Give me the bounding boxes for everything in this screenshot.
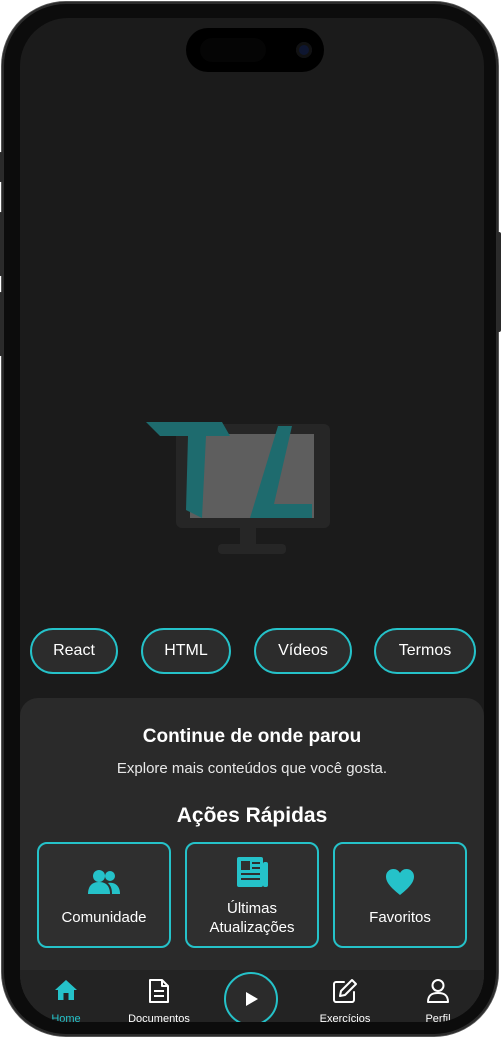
community-label: Comunidade: [61, 909, 147, 926]
play-button[interactable]: [224, 972, 278, 1022]
tab-perfil-label: Perfil: [425, 1013, 451, 1022]
tab-exercicios[interactable]: Exercícios: [305, 970, 385, 1022]
tab-documentos-label: Documentos: [128, 1013, 190, 1022]
heart-icon: [335, 868, 465, 896]
people-icon: [39, 868, 169, 896]
power-button: [497, 232, 501, 332]
camera-icon: [296, 42, 312, 58]
latest-updates-button[interactable]: Últimas Atualizações: [185, 842, 319, 948]
tag-videos[interactable]: Vídeos: [254, 628, 352, 674]
app-logo: [146, 422, 330, 554]
user-icon: [398, 978, 478, 1004]
mute-switch: [0, 152, 3, 182]
continue-title: Continue de onde parou: [142, 726, 362, 747]
quick-actions-title: Ações Rápidas: [176, 804, 328, 827]
app-screen: React HTML Vídeos Termos Continue de ond…: [20, 18, 484, 1022]
dynamic-island: [186, 28, 324, 72]
tag-react[interactable]: React: [30, 628, 118, 674]
tab-documentos[interactable]: Documentos: [119, 970, 199, 1022]
volume-up-button: [0, 212, 3, 276]
community-button[interactable]: Comunidade: [37, 842, 171, 948]
tag-termos[interactable]: Termos: [374, 628, 476, 674]
favorites-button[interactable]: Favoritos: [333, 842, 467, 948]
tab-home[interactable]: Home: [26, 970, 106, 1022]
tab-perfil[interactable]: Perfil: [398, 970, 478, 1022]
document-icon: [119, 978, 199, 1004]
tab-home-label: Home: [51, 1013, 81, 1022]
continue-subtitle: Explore mais conteúdos que você gosta.: [116, 760, 388, 777]
latest-updates-label: Últimas Atualizações: [209, 900, 295, 936]
play-icon: [242, 990, 260, 1008]
news-icon: [187, 856, 317, 888]
tab-exercicios-label: Exercícios: [319, 1013, 371, 1022]
favorites-label: Favoritos: [369, 909, 431, 926]
volume-down-button: [0, 292, 3, 356]
home-icon: [26, 978, 106, 1002]
edit-icon: [305, 978, 385, 1004]
phone-frame: React HTML Vídeos Termos Continue de ond…: [0, 2, 501, 1036]
content-card: Continue de onde parou Explore mais cont…: [20, 698, 484, 998]
tag-row: React HTML Vídeos Termos: [20, 628, 484, 678]
tag-html[interactable]: HTML: [141, 628, 231, 674]
